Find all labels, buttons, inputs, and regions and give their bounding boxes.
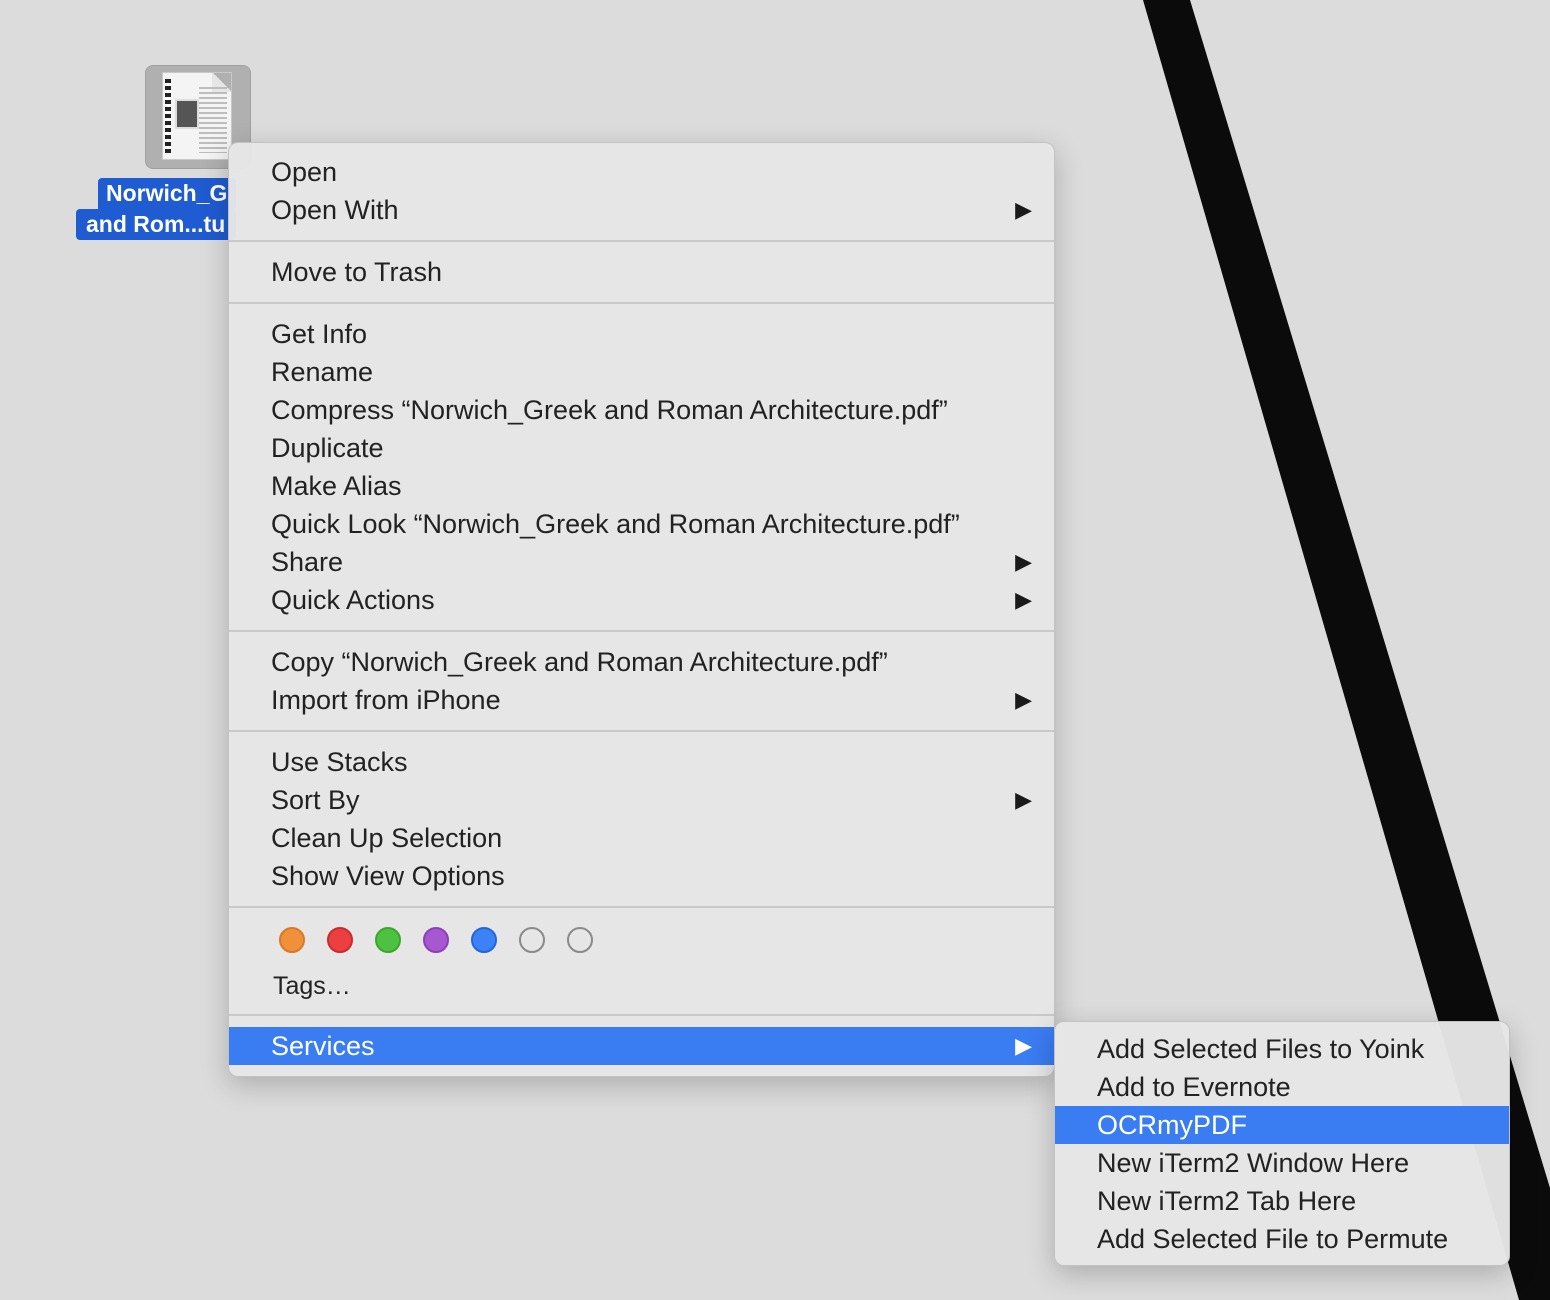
tag-red-icon[interactable] bbox=[327, 927, 353, 953]
menu-item-rename[interactable]: Rename bbox=[229, 353, 1054, 391]
pdf-thumbnail bbox=[162, 72, 232, 160]
submenu-arrow-icon: ▶ bbox=[1015, 787, 1032, 812]
menu-item-make-alias[interactable]: Make Alias bbox=[229, 467, 1054, 505]
submenu-arrow-icon: ▶ bbox=[1015, 197, 1032, 222]
menu-item-label: Get Info bbox=[271, 319, 368, 349]
service-item-ocrmypdf[interactable]: OCRmyPDF bbox=[1055, 1106, 1509, 1144]
submenu-arrow-icon: ▶ bbox=[1015, 587, 1032, 612]
menu-item-duplicate[interactable]: Duplicate bbox=[229, 429, 1054, 467]
menu-item-label: Open bbox=[271, 157, 338, 187]
menu-separator bbox=[229, 240, 1054, 242]
menu-item-get-info[interactable]: Get Info bbox=[229, 315, 1054, 353]
menu-item-label: Share bbox=[271, 547, 344, 577]
menu-item-show-view-options[interactable]: Show View Options bbox=[229, 857, 1054, 895]
menu-item-label: Compress “Norwich_Greek and Roman Archit… bbox=[271, 395, 948, 425]
menu-separator bbox=[229, 302, 1054, 304]
file-name-line-1: Norwich_G bbox=[98, 178, 236, 209]
menu-item-use-stacks[interactable]: Use Stacks bbox=[229, 743, 1054, 781]
service-item-label: Add to Evernote bbox=[1097, 1072, 1291, 1102]
file-name-label[interactable]: Norwich_G and Rom...tu bbox=[76, 178, 236, 240]
menu-item-label: Quick Look “Norwich_Greek and Roman Arch… bbox=[271, 509, 960, 539]
service-item-label: Add Selected File to Permute bbox=[1097, 1224, 1449, 1254]
menu-item-label: Duplicate bbox=[271, 433, 384, 463]
tag-gray-icon[interactable] bbox=[519, 927, 545, 953]
tag-colors-row bbox=[229, 919, 1054, 967]
menu-item-import-from-iphone[interactable]: Import from iPhone ▶ bbox=[229, 681, 1054, 719]
service-item-label: New iTerm2 Tab Here bbox=[1097, 1186, 1357, 1216]
menu-item-label: Import from iPhone bbox=[271, 685, 501, 715]
menu-item-copy-norwich-greek-and-roman-architectur[interactable]: Copy “Norwich_Greek and Roman Architectu… bbox=[229, 643, 1054, 681]
submenu-arrow-icon: ▶ bbox=[1015, 1033, 1032, 1058]
menu-item-services[interactable]: Services ▶ bbox=[229, 1027, 1054, 1065]
menu-item-share[interactable]: Share ▶ bbox=[229, 543, 1054, 581]
menu-item-clean-up-selection[interactable]: Clean Up Selection bbox=[229, 819, 1054, 857]
menu-item-label: Make Alias bbox=[271, 471, 402, 501]
film-strip bbox=[165, 79, 171, 153]
services-submenu: Add Selected Files to Yoink Add to Everno… bbox=[1054, 1021, 1510, 1266]
service-item-label: New iTerm2 Window Here bbox=[1097, 1148, 1410, 1178]
menu-item-label: Copy “Norwich_Greek and Roman Architectu… bbox=[271, 647, 888, 677]
menu-item-tags[interactable]: Tags… bbox=[229, 967, 1054, 1005]
menu-separator bbox=[229, 730, 1054, 732]
menu-item-label: Sort By bbox=[271, 785, 360, 815]
service-item-new-iterm2-tab-here[interactable]: New iTerm2 Tab Here bbox=[1055, 1182, 1509, 1220]
tag-blue-icon[interactable] bbox=[471, 927, 497, 953]
menu-item-quick-look-norwich-greek-and-roman-archi[interactable]: Quick Look “Norwich_Greek and Roman Arch… bbox=[229, 505, 1054, 543]
menu-separator bbox=[229, 1014, 1054, 1016]
desktop[interactable]: Norwich_G and Rom...tu Open Open With ▶ Mov… bbox=[0, 0, 1550, 1300]
file-name-line-2: and Rom...tu bbox=[76, 209, 236, 240]
menu-item-move-to-trash[interactable]: Move to Trash bbox=[229, 253, 1054, 291]
context-menu: Open Open With ▶ Move to Trash Get Info Renam… bbox=[228, 142, 1055, 1077]
service-item-label: Add Selected Files to Yoink bbox=[1097, 1034, 1425, 1064]
menu-item-label: Clean Up Selection bbox=[271, 823, 503, 853]
menu-item-sort-by[interactable]: Sort By ▶ bbox=[229, 781, 1054, 819]
submenu-arrow-icon: ▶ bbox=[1015, 549, 1032, 574]
service-item-new-iterm2-window-here[interactable]: New iTerm2 Window Here bbox=[1055, 1144, 1509, 1182]
menu-item-label: Move to Trash bbox=[271, 257, 443, 287]
menu-item-quick-actions[interactable]: Quick Actions ▶ bbox=[229, 581, 1054, 619]
tag-orange-icon[interactable] bbox=[279, 927, 305, 953]
menu-item-label: Show View Options bbox=[271, 861, 505, 891]
menu-item-compress-norwich-greek-and-roman-archite[interactable]: Compress “Norwich_Greek and Roman Archit… bbox=[229, 391, 1054, 429]
service-item-add-selected-file-to-permute[interactable]: Add Selected File to Permute bbox=[1055, 1220, 1509, 1258]
service-item-add-selected-files-to-yoink[interactable]: Add Selected Files to Yoink bbox=[1055, 1030, 1509, 1068]
tag-green-icon[interactable] bbox=[375, 927, 401, 953]
menu-item-label: Open With bbox=[271, 195, 399, 225]
thumbnail-photo bbox=[175, 99, 199, 129]
menu-separator bbox=[229, 630, 1054, 632]
submenu-arrow-icon: ▶ bbox=[1015, 687, 1032, 712]
service-item-label: OCRmyPDF bbox=[1097, 1110, 1247, 1140]
service-item-add-to-evernote[interactable]: Add to Evernote bbox=[1055, 1068, 1509, 1106]
menu-item-open-with[interactable]: Open With ▶ bbox=[229, 191, 1054, 229]
menu-separator bbox=[229, 906, 1054, 908]
menu-item-label: Rename bbox=[271, 357, 374, 387]
menu-item-open[interactable]: Open bbox=[229, 153, 1054, 191]
menu-item-label: Use Stacks bbox=[271, 747, 408, 777]
thumbnail-text-lines bbox=[199, 87, 227, 153]
tag-purple-icon[interactable] bbox=[423, 927, 449, 953]
menu-item-label: Quick Actions bbox=[271, 585, 435, 615]
tag-none-icon[interactable] bbox=[567, 927, 593, 953]
menu-item-label: Services bbox=[271, 1031, 375, 1061]
